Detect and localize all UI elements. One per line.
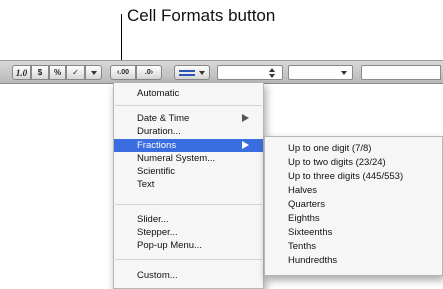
- increase-decimals-label: .0›: [144, 69, 154, 76]
- menu-item-fractions[interactable]: Fractions: [114, 139, 263, 152]
- menu-item-label: Fractions: [137, 140, 177, 151]
- menu-item-text[interactable]: Text: [114, 178, 263, 191]
- cell-formats-button[interactable]: [85, 65, 102, 80]
- menu-item-label: Date & Time: [137, 113, 190, 124]
- decrease-decimals-button[interactable]: ‹.00: [110, 65, 136, 80]
- format-toolbar: 1.0 $ % ✓ ‹.00 .0›: [0, 60, 443, 84]
- chevron-down-icon: [90, 70, 97, 75]
- cell-formats-menu: Automatic Date & Time Duration... Fracti…: [113, 82, 264, 289]
- menu-item-stepper[interactable]: Stepper...: [114, 226, 263, 239]
- checkbox-format-button[interactable]: ✓: [66, 65, 85, 80]
- submenu-item-tenths[interactable]: Tenths: [265, 240, 442, 253]
- submenu-item-sixteenths[interactable]: Sixteenths: [265, 226, 442, 239]
- chevron-right-icon: [242, 141, 249, 149]
- submenu-item-two-digits[interactable]: Up to two digits (23/24): [265, 156, 442, 169]
- menu-separator: [115, 204, 262, 205]
- menu-item-numeral-system[interactable]: Numeral System...: [114, 152, 263, 165]
- menu-separator: [115, 259, 262, 260]
- updown-icon: [269, 68, 275, 78]
- increase-decimals-button[interactable]: .0›: [136, 65, 162, 80]
- submenu-item-one-digit[interactable]: Up to one digit (7/8): [265, 142, 442, 155]
- callout-label: Cell Formats button: [127, 6, 276, 25]
- fractions-submenu: Up to one digit (7/8) Up to two digits (…: [264, 136, 443, 276]
- menu-item-automatic[interactable]: Automatic: [114, 87, 263, 100]
- chevron-right-icon: [242, 114, 249, 122]
- menu-separator: [115, 105, 262, 106]
- menu-item-date-time[interactable]: Date & Time: [114, 112, 263, 125]
- currency-format-button[interactable]: $: [31, 65, 49, 80]
- menu-item-duration[interactable]: Duration...: [114, 125, 263, 138]
- callout-line: [121, 14, 122, 64]
- menu-item-slider[interactable]: Slider...: [114, 213, 263, 226]
- decrease-decimals-label: ‹.00: [116, 69, 130, 76]
- cell-border-button[interactable]: [174, 65, 210, 80]
- submenu-item-hundredths[interactable]: Hundredths: [265, 254, 442, 267]
- percent-format-button[interactable]: %: [49, 65, 66, 80]
- menu-item-scientific[interactable]: Scientific: [114, 165, 263, 178]
- menu-item-custom[interactable]: Custom...: [114, 269, 263, 282]
- number-format-button[interactable]: 1.0: [12, 65, 31, 80]
- submenu-item-halves[interactable]: Halves: [265, 184, 442, 197]
- submenu-item-eighths[interactable]: Eighths: [265, 212, 442, 225]
- line-width-popup[interactable]: [288, 65, 353, 80]
- border-icon: [179, 69, 205, 76]
- submenu-item-three-digits[interactable]: Up to three digits (445/553): [265, 170, 442, 183]
- line-style-popup[interactable]: [217, 65, 283, 80]
- menu-item-popup-menu[interactable]: Pop-up Menu...: [114, 239, 263, 252]
- submenu-item-quarters[interactable]: Quarters: [265, 198, 442, 211]
- chevron-down-icon: [341, 71, 347, 75]
- color-well[interactable]: [361, 65, 441, 80]
